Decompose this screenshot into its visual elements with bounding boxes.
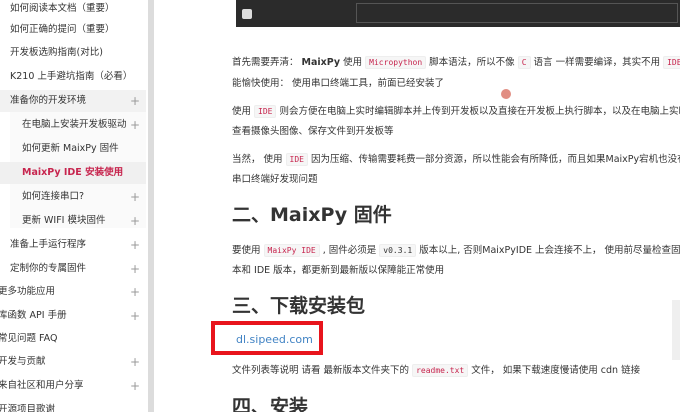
sidebar-item-label: MaixPy IDE 安装使用 [22,167,124,178]
sidebar-item-label: 如何更新 MaixPy 固件 [22,143,119,154]
sidebar-item-label: 开发与贡献 [0,356,46,367]
sidebar-item-label: 常见问题 FAQ [0,333,58,344]
paragraph-ide-line2: 查看摄像头图像、保存文件到开发板等 [232,126,394,137]
inline-code: v0.3.1 [379,244,417,257]
video-player[interactable] [236,0,680,27]
sidebar-item[interactable]: 准备上手运行程序 + [0,234,146,256]
paragraph-performance-line2: 串口终端好发现问题 [232,174,318,185]
sidebar-item-label: 开发板选购指南(对比) [10,47,103,58]
text: 语言 一样需要编译，其实不用 [530,57,664,68]
text: 版本以上, 否则MaixPyIDE 上会连接不上， 使用前尽量检查固件 [416,245,680,256]
expand-icon[interactable]: + [130,305,140,327]
expand-icon[interactable]: + [130,114,140,136]
sidebar-item[interactable]: 常见问题 FAQ [0,328,146,350]
inline-code: Micropython [365,56,427,69]
sidebar-item[interactable]: 定制你的专属固件 + [0,258,146,280]
text: 当然， 使用 [232,154,286,165]
expand-icon[interactable]: + [130,351,140,373]
right-edge-panel [672,300,680,360]
sidebar-item-label: 来自社区和用户分享 [0,380,84,391]
play-icon[interactable] [242,9,252,19]
paragraph-performance: 当然， 使用 IDE 因为压缩、传输需要耗费一部分资源，所以性能会有所降低，而且… [232,151,680,166]
sidebar-item-label: K210 上手避坑指南（必看） [10,71,133,82]
sidebar-item[interactable]: 如何更新 MaixPy 固件 [0,138,146,160]
heading-download: 三、下载安装包 [232,295,366,317]
sidebar-item[interactable]: 如何连接串口? + [0,186,146,208]
paragraph-intro-line2: 能愉快使用： 使用串口终端工具，前面已经安装了 [232,78,445,89]
expand-icon[interactable]: + [130,234,140,256]
sidebar-item[interactable]: 如何阅读本文档（重要） [0,0,146,20]
sidebar-item-label: 准备上手运行程序 [10,239,87,250]
paragraph-firmware-line2: 本和 IDE 版本，都更新到最新版以保障能正常使用 [232,265,445,276]
expand-icon[interactable]: + [130,186,140,208]
sidebar-nav: 如何阅读本文档（重要） 如何正确的提问（重要） 开发板选购指南(对比) K210 上手… [0,0,150,412]
expand-icon[interactable]: + [130,258,140,280]
sidebar-item-label: 更新 WIFI 模块固件 [22,215,106,226]
inline-code: C [517,56,531,69]
sidebar-item[interactable]: MaixPy IDE 安装使用 [0,162,146,184]
inline-code: IDE [663,56,680,69]
sidebar-item[interactable]: 库函数 API 手册 + [0,305,146,327]
sidebar-item-label: 定制你的专属固件 [10,263,87,274]
inline-code: IDE [254,105,277,118]
paragraph-ide: 使用 IDE 则会方便在电脑上实时编辑脚本并上传到开发板以及直接在开发板上执行脚… [232,103,680,118]
expand-icon[interactable]: + [130,281,140,303]
text: 文件列表等说明 请看 最新版本文件夹下的 [232,365,413,376]
sidebar-item-label: 如何连接串口? [22,191,85,202]
paragraph-intro: 首先需要弄清： MaixPy 使用 Micropython 脚本语法，所以不像 … [232,54,680,69]
sidebar-item[interactable]: 如何正确的提问（重要） [0,19,146,41]
heading-firmware: 二、MaixPy 固件 [232,204,392,226]
sidebar-item[interactable]: 在电脑上安装开发板驱动 + [0,114,146,136]
paragraph-firmware: 要使用 MaixPy IDE , 固件必须是 v0.3.1 版本以上, 否则Ma… [232,242,680,257]
sidebar-item[interactable]: K210 上手避坑指南（必看） [0,66,146,88]
text: 因为压缩、传输需要耗费一部分资源，所以性能会有所降低，而且如果MaixPy宕机也… [308,154,680,165]
text: 首先需要弄清： [232,57,302,68]
expand-icon[interactable]: + [130,90,140,112]
sidebar-item-label: 如何阅读本文档（重要） [10,3,115,14]
sidebar-item[interactable]: 更多功能应用 + [0,281,146,303]
sidebar-item[interactable]: 准备你的开发环境 + [0,90,146,112]
mouse-cursor-indicator [501,89,511,99]
inline-code: MaixPy IDE [263,244,320,257]
inline-code: readme.txt [412,364,469,377]
download-link[interactable]: dl.sipeed.com [236,333,313,346]
sidebar-item-label: 库函数 API 手册 [0,310,67,321]
text: 使用 [340,57,366,68]
expand-icon[interactable]: + [130,375,140,397]
waveform-display [356,3,678,23]
sidebar-item[interactable]: 开发板选购指南(对比) [0,42,146,64]
text: 脚本语法，所以不像 [426,57,518,68]
sidebar-item[interactable]: 开发与贡献 + [0,351,146,373]
sidebar-item[interactable]: 开源项目歌谢 [0,399,146,412]
sidebar-item-label: 更多功能应用 [0,286,56,297]
text: 则会方便在电脑上实时编辑脚本并上传到开发板以及直接在开发板上执行脚本，以及在电脑… [276,106,680,117]
inline-code: IDE [285,153,308,166]
sidebar-item-label: 准备你的开发环境 [10,95,87,106]
text: , 固件必须是 [319,245,380,256]
main-content: 首先需要弄清： MaixPy 使用 Micropython 脚本语法，所以不像 … [154,0,680,412]
sidebar-item[interactable]: 来自社区和用户分享 + [0,375,146,397]
text: 文件， 如果下载速度慢请使用 cdn 链接 [468,365,641,376]
text: 使用 [232,106,255,117]
sidebar-item-label: 如何正确的提问（重要） [10,24,115,35]
sidebar-item[interactable]: 更新 WIFI 模块固件 + [0,210,146,232]
sidebar-item-label: 在电脑上安装开发板驱动 [22,119,127,130]
paragraph-filelist: 文件列表等说明 请看 最新版本文件夹下的 readme.txt 文件， 如果下载… [232,362,641,377]
sidebar-item-label: 开源项目歌谢 [0,404,56,412]
text: 要使用 [232,245,264,256]
text-bold: MaixPy [301,57,341,68]
heading-install: 四、安装 [232,396,309,412]
expand-icon[interactable]: + [130,210,140,232]
